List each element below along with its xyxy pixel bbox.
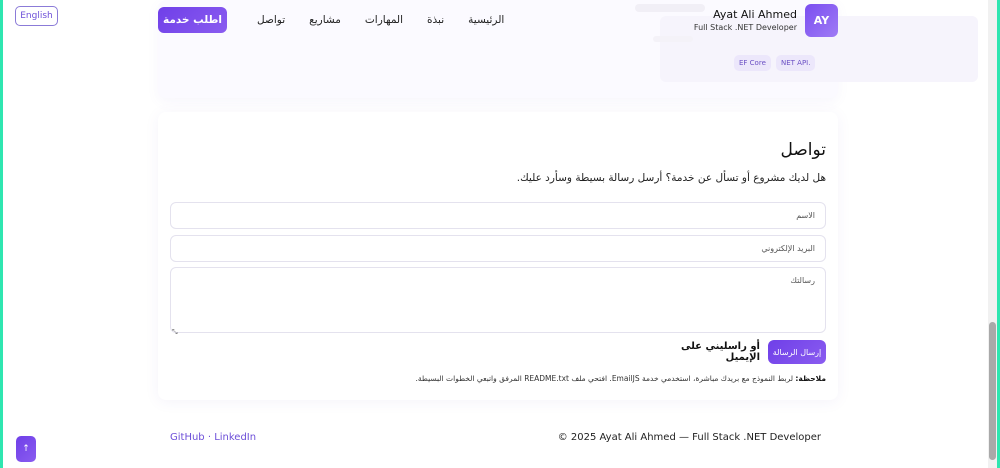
brand[interactable]: AY Ayat Ali Ahmed Full Stack .NET Develo… [694,3,838,37]
brand-text: Ayat Ali Ahmed Full Stack .NET Developer [694,8,797,32]
skill-tag: NET API. [776,55,816,71]
language-toggle-button[interactable]: English [15,6,58,26]
note-body: لربط النموذج مع بريدك مباشرة، استخدمي خد… [415,374,796,383]
brand-name: Ayat Ali Ahmed [713,8,797,21]
avatar: AY [805,3,838,37]
email-input[interactable] [170,235,826,262]
resize-handle-icon[interactable]: ⤡ [172,328,178,337]
message-textarea[interactable] [170,267,826,333]
email-link[interactable]: أو راسليني على الإيميل [646,341,760,363]
section-subtitle: هل لديك مشروع أو تسأل عن خدمة؟ أرسل رسال… [516,172,826,184]
nav-home[interactable]: الرئيسية [468,14,504,26]
site-header: AY Ayat Ali Ahmed Full Stack .NET Develo… [158,0,838,40]
nav-skills[interactable]: المهارات [365,14,403,26]
main-nav: الرئيسية نبذة المهارات مشاريع تواصل [233,14,504,26]
nav-projects[interactable]: مشاريع [309,14,341,26]
footer-copyright: © 2025 Ayat Ali Ahmed — Full Stack .NET … [557,432,821,443]
request-service-button[interactable]: اطلب خدمة [158,7,227,33]
scrollbar-thumb[interactable] [989,322,996,460]
skill-tag: EF Core [734,55,771,71]
note-text: ملاحظة: لربط النموذج مع بريدك مباشرة، اس… [416,374,826,383]
contact-section: تواصل هل لديك مشروع أو تسأل عن خدمة؟ أرس… [158,112,838,400]
brand-role: Full Stack .NET Developer [693,23,797,32]
nav-about[interactable]: نبذة [427,14,444,26]
arrow-up-icon[interactable]: ↑ [16,436,36,462]
section-title: تواصل [780,140,826,160]
send-message-button[interactable]: إرسال الرسالة [768,340,826,364]
nav-contact[interactable]: تواصل [257,14,285,26]
note-label: ملاحظة: [795,374,826,383]
scrollbar[interactable] [988,0,997,468]
name-input[interactable] [170,202,826,229]
footer-social-links[interactable]: GitHub · LinkedIn [170,432,256,443]
